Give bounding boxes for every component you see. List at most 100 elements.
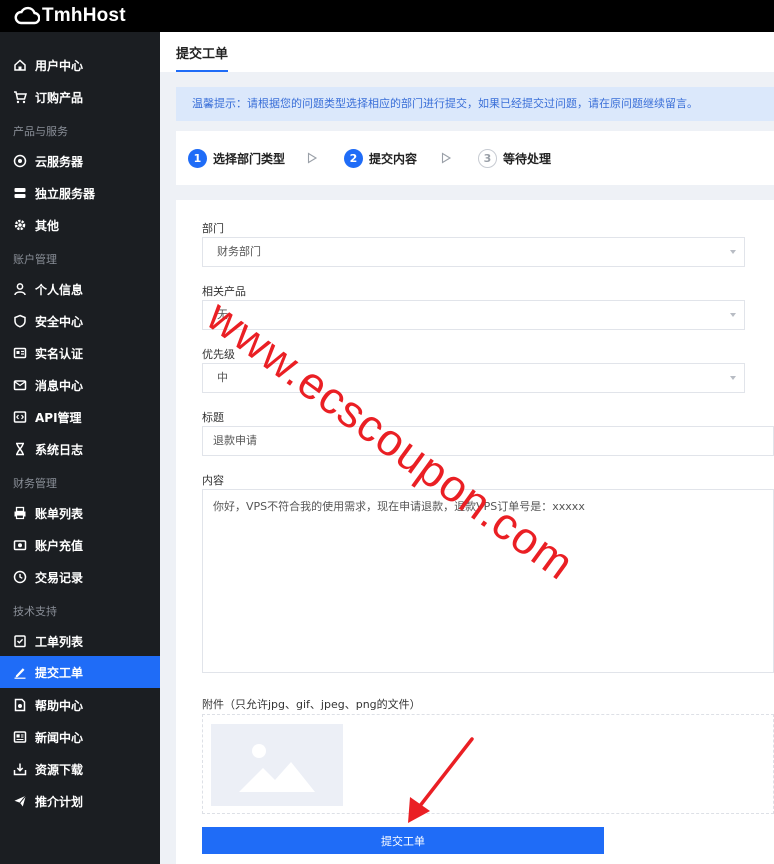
priority-label: 优先级 — [202, 348, 235, 361]
notice-banner: 温馨提示：请根据您的问题类型选择相应的部门进行提交，如果已经提交过问题，请在原问… — [176, 87, 774, 121]
chevron-down-icon — [730, 376, 736, 380]
department-value: 财务部门 — [217, 245, 261, 258]
page-title[interactable]: 提交工单 — [176, 43, 228, 62]
shield-icon — [13, 314, 27, 328]
sidebar-item-help-center[interactable]: 帮助中心 — [0, 689, 160, 721]
help-doc-icon — [13, 698, 27, 712]
subject-input[interactable]: 退款申请 — [202, 426, 774, 456]
sidebar-item-bills[interactable]: 账单列表 — [0, 497, 160, 529]
cloud-server-icon — [13, 154, 27, 168]
image-placeholder[interactable] — [211, 724, 343, 806]
active-tab-indicator — [176, 70, 228, 72]
brand-name: TmhHost — [42, 5, 126, 26]
step-label: 提交内容 — [369, 152, 418, 166]
sidebar-item-label: 消息中心 — [35, 378, 84, 393]
chevron-down-icon — [730, 313, 736, 317]
step-arrow-icon — [307, 152, 318, 164]
sidebar-item-recharge[interactable]: 账户充值 — [0, 529, 160, 561]
top-bar: TmhHost — [0, 0, 774, 32]
step-arrow-icon — [441, 152, 452, 164]
sidebar-item-label: 账单列表 — [35, 506, 84, 521]
sidebar-item-label: 其他 — [35, 218, 60, 233]
subject-label: 标题 — [202, 411, 224, 424]
sidebar-item-transactions[interactable]: 交易记录 — [0, 561, 160, 593]
section-label-products: 产品与服务 — [13, 125, 68, 138]
content-label: 内容 — [202, 474, 224, 487]
api-icon — [13, 410, 27, 424]
sidebar-item-label: 账户充值 — [35, 538, 84, 553]
wallet-icon — [13, 538, 27, 552]
main-content: 提交工单 温馨提示：请根据您的问题类型选择相应的部门进行提交，如果已经提交过问题… — [160, 32, 774, 864]
step-number: 2 — [344, 149, 363, 168]
attachment-label: 附件（只允许jpg、gif、jpeg、png的文件） — [202, 698, 421, 711]
sidebar-item-label: 独立服务器 — [35, 186, 96, 201]
chevron-down-icon — [730, 250, 736, 254]
id-card-icon — [13, 346, 27, 360]
brand-logo[interactable]: TmhHost — [14, 5, 126, 27]
sidebar-item-security[interactable]: 安全中心 — [0, 305, 160, 337]
sidebar-item-dedicated-server[interactable]: 独立服务器 — [0, 177, 160, 209]
section-label-finance: 财务管理 — [13, 477, 57, 490]
sidebar-item-label: 用户中心 — [35, 58, 84, 73]
sidebar-item-label: 个人信息 — [35, 282, 84, 297]
sidebar-item-cloud-server[interactable]: 云服务器 — [0, 145, 160, 177]
download-icon — [13, 762, 27, 776]
step-label: 等待处理 — [503, 152, 552, 166]
priority-value: 中 — [217, 371, 228, 384]
sidebar-item-messages[interactable]: 消息中心 — [0, 369, 160, 401]
sidebar-item-label: 实名认证 — [35, 346, 84, 361]
sidebar-item-profile[interactable]: 个人信息 — [0, 273, 160, 305]
product-value: 无 — [217, 308, 228, 321]
message-icon — [13, 378, 27, 392]
product-select[interactable]: 无 — [202, 300, 745, 330]
step-number: 3 — [478, 149, 497, 168]
step-progress: 1 选择部门类型 2 提交内容 3 等待处理 — [176, 131, 774, 185]
sidebar-item-label: 新闻中心 — [35, 730, 84, 745]
department-select[interactable]: 财务部门 — [202, 237, 745, 267]
department-label: 部门 — [202, 222, 224, 235]
sidebar-item-label: 交易记录 — [35, 570, 84, 585]
sidebar-item-system-log[interactable]: 系统日志 — [0, 433, 160, 465]
sidebar-item-label: 订购产品 — [35, 90, 84, 105]
user-icon — [13, 282, 27, 296]
ticket-form: 部门 财务部门 相关产品 无 优先级 中 标题 退款申请 内容 你好，VPS不符… — [176, 200, 774, 864]
section-label-support: 技术支持 — [13, 605, 57, 618]
sidebar-item-user-center[interactable]: 用户中心 — [0, 49, 160, 81]
cloud-logo-icon — [14, 6, 40, 25]
attachment-upload-zone[interactable] — [202, 714, 774, 814]
section-label-account: 账户管理 — [13, 253, 57, 266]
sidebar-item-referral[interactable]: 推介计划 — [0, 785, 160, 817]
printer-icon — [13, 506, 27, 520]
subject-value: 退款申请 — [213, 434, 257, 447]
news-icon — [13, 730, 27, 744]
gear-icon — [13, 218, 27, 232]
sidebar-item-submit-ticket[interactable]: 提交工单 — [0, 656, 160, 688]
home-icon — [13, 58, 27, 72]
sidebar-item-label: 提交工单 — [35, 665, 84, 680]
sidebar-item-label: 系统日志 — [35, 442, 84, 457]
sidebar-item-verification[interactable]: 实名认证 — [0, 337, 160, 369]
image-placeholder-icon — [239, 744, 315, 792]
sidebar-item-news-center[interactable]: 新闻中心 — [0, 721, 160, 753]
step-select-department: 1 选择部门类型 — [188, 149, 285, 168]
cart-icon — [13, 90, 27, 104]
hourglass-icon — [13, 442, 27, 456]
sidebar-item-label: 资源下载 — [35, 762, 84, 777]
sidebar-item-other[interactable]: 其他 — [0, 209, 160, 241]
sidebar-item-downloads[interactable]: 资源下载 — [0, 753, 160, 785]
checklist-icon — [13, 634, 27, 648]
product-label: 相关产品 — [202, 285, 246, 298]
sidebar-item-label: 帮助中心 — [35, 698, 84, 713]
priority-select[interactable]: 中 — [202, 363, 745, 393]
sidebar: 用户中心 订购产品 产品与服务 云服务器 独立服务器 其他 账户管理 个人信息 … — [0, 32, 160, 864]
sidebar-item-api[interactable]: API管理 — [0, 401, 160, 433]
sidebar-item-order-products[interactable]: 订购产品 — [0, 81, 160, 113]
sidebar-item-label: 云服务器 — [35, 154, 84, 169]
content-textarea[interactable]: 你好，VPS不符合我的使用需求，现在申请退款，退款VPS订单号是：xxxxx — [202, 489, 774, 673]
sidebar-item-ticket-list[interactable]: 工单列表 — [0, 625, 160, 657]
send-icon — [13, 794, 27, 808]
submit-ticket-button[interactable]: 提交工单 — [202, 827, 604, 854]
step-submit-content: 2 提交内容 — [344, 149, 417, 168]
dedicated-server-icon — [13, 186, 27, 200]
step-waiting: 3 等待处理 — [478, 149, 551, 168]
